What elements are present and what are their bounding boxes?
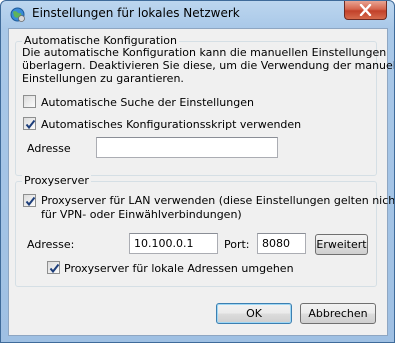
auto-script-checkbox[interactable] bbox=[23, 117, 36, 130]
port-label: Port: bbox=[224, 238, 250, 251]
auto-config-description-line-3: Einstellungen zu garantieren. bbox=[22, 72, 184, 85]
checkmark-icon bbox=[49, 263, 60, 274]
auto-config-description-line-1: Die automatische Konfiguration kann die … bbox=[22, 46, 387, 59]
use-proxy-label-line-1[interactable]: Proxyserver für LAN verwenden (diese Ein… bbox=[41, 194, 394, 207]
auto-script-label[interactable]: Automatisches Konfigurationsskript verwe… bbox=[41, 118, 301, 131]
title-bar[interactable]: Einstellungen für lokales Netzwerk bbox=[1, 1, 394, 27]
cancel-button[interactable]: Abbrechen bbox=[300, 303, 376, 324]
close-button[interactable] bbox=[344, 1, 387, 20]
bypass-local-label[interactable]: Proxyserver für lokale Adressen umgehen bbox=[64, 262, 294, 275]
auto-detect-label[interactable]: Automatische Suche der Einstellungen bbox=[41, 96, 254, 109]
checkmark-icon bbox=[25, 196, 36, 207]
port-input[interactable]: 8080 bbox=[257, 233, 306, 254]
use-proxy-label-line-2[interactable]: für VPN- oder Einwählverbindungen) bbox=[41, 208, 242, 221]
advanced-button[interactable]: Erweitert bbox=[315, 234, 368, 255]
dialog-client-area: Automatische Konfiguration Die automatis… bbox=[8, 28, 394, 336]
proxy-legend: Proxyserver bbox=[22, 174, 91, 187]
dialog-window: Einstellungen für lokales Netzwerk Autom… bbox=[0, 0, 395, 343]
script-address-input[interactable] bbox=[96, 137, 278, 158]
auto-config-description-line-2: überlagern. Deaktivieren Sie diese, um d… bbox=[22, 59, 395, 72]
bypass-local-checkbox[interactable] bbox=[47, 261, 60, 274]
close-icon bbox=[359, 4, 372, 16]
checkmark-icon bbox=[25, 119, 36, 130]
use-proxy-checkbox[interactable] bbox=[23, 194, 36, 207]
network-settings-icon bbox=[10, 7, 25, 22]
proxy-address-input[interactable]: 10.100.0.1 bbox=[129, 233, 218, 254]
proxy-address-label: Adresse: bbox=[27, 238, 75, 251]
ok-button[interactable]: OK bbox=[216, 303, 292, 324]
script-address-label: Adresse bbox=[27, 142, 71, 155]
window-title: Einstellungen für lokales Netzwerk bbox=[32, 6, 240, 20]
auto-detect-checkbox[interactable] bbox=[23, 95, 36, 108]
